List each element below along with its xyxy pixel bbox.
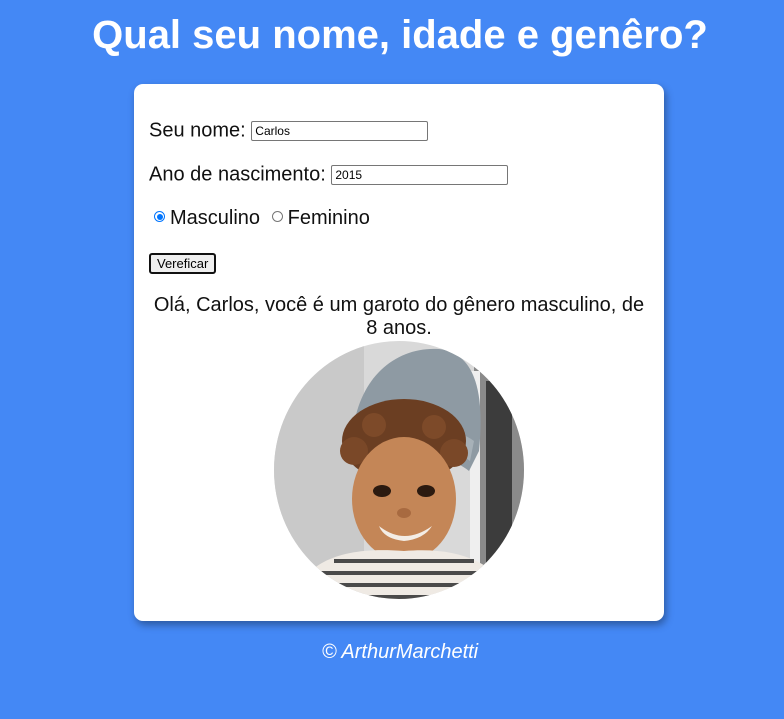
name-row: Seu nome: <box>149 118 429 143</box>
birth-year-row: Ano de nascimento: <box>149 162 509 187</box>
gender-row: Masculino Feminino <box>154 206 376 230</box>
footer-credit: © ArthurMarchetti <box>321 641 479 663</box>
name-label: Seu nome: <box>149 119 246 142</box>
result-message: Olá, Carlos, você é um garoto do gênero … <box>134 294 664 340</box>
birth-year-label: Ano de nascimento: <box>149 163 326 186</box>
child-photo-icon <box>274 341 524 599</box>
radio-feminino-label[interactable]: Feminino <box>288 207 370 229</box>
form-card: Seu nome: Ano de nascimento: Masculino F… <box>134 84 664 621</box>
radio-masculino-label[interactable]: Masculino <box>170 207 260 229</box>
radio-feminino[interactable] <box>271 211 283 223</box>
name-input[interactable] <box>251 120 429 141</box>
result-line-2: 8 anos. <box>366 317 432 339</box>
birth-year-input[interactable] <box>331 164 509 185</box>
page-title: Qual seu nome, idade e genêro? <box>92 13 708 57</box>
radio-masculino[interactable] <box>154 211 165 223</box>
result-line-1: Olá, Carlos, você é um garoto do gênero … <box>153 294 645 316</box>
verify-button[interactable]: Vereficar <box>149 253 217 274</box>
